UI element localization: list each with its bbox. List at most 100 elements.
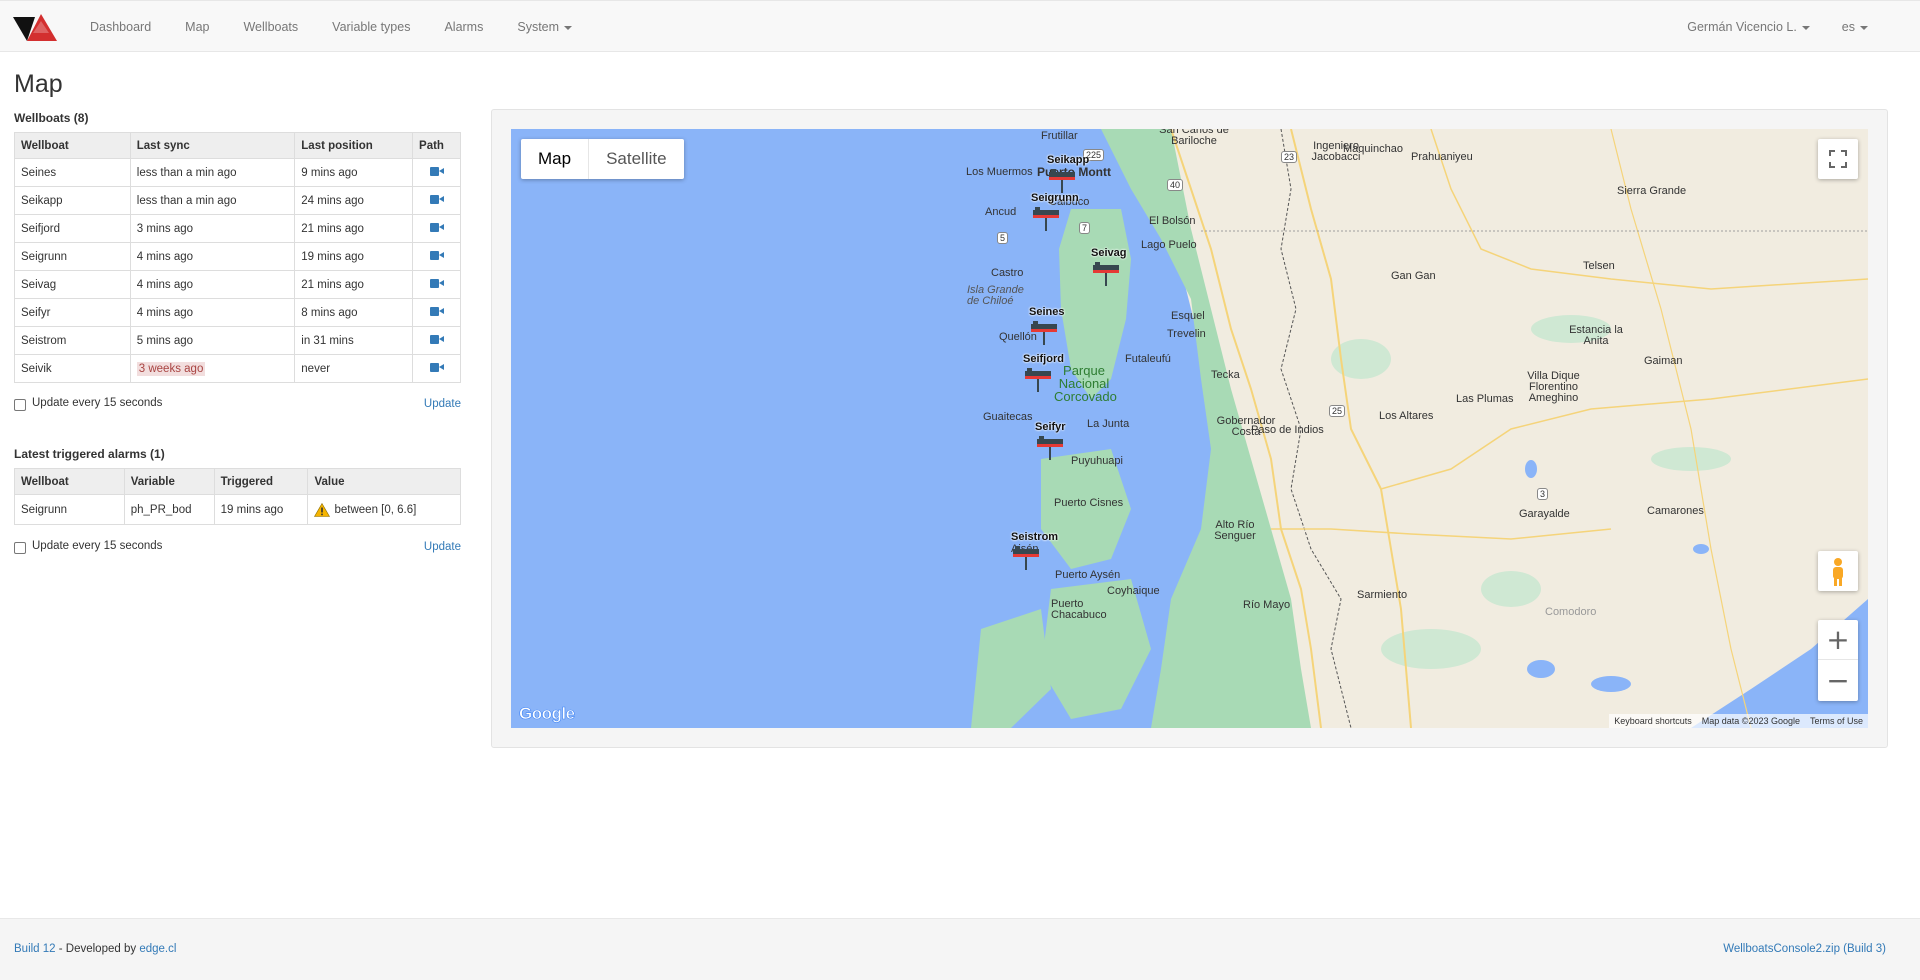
- video-camera-icon[interactable]: [429, 362, 444, 372]
- map-place-label: Castro: [991, 267, 1024, 279]
- path-cell: [412, 186, 461, 215]
- fullscreen-button[interactable]: [1818, 139, 1858, 179]
- company-link[interactable]: edge.cl: [139, 943, 176, 955]
- alarm-wellboat: Seigrunn: [14, 494, 125, 525]
- map-place-label: Sarmiento: [1357, 589, 1408, 601]
- brand-logo[interactable]: [13, 11, 59, 45]
- video-camera-icon[interactable]: [429, 250, 444, 260]
- boat-label: Seines: [1029, 306, 1065, 318]
- boat-marker[interactable]: Seifyr: [1035, 421, 1066, 461]
- caret-down-icon: [564, 25, 573, 30]
- wellboats-table: Wellboat Last sync Last position Path Se…: [14, 132, 461, 383]
- video-camera-icon[interactable]: [429, 194, 444, 204]
- warning-icon: [314, 502, 331, 517]
- zoom-control: + −: [1818, 620, 1858, 701]
- map-place-label: Esquel: [1171, 310, 1205, 322]
- zoom-out-button[interactable]: −: [1818, 661, 1858, 701]
- page-title: Map: [14, 70, 63, 98]
- wellboat-name: Seistrom: [14, 326, 131, 355]
- last-sync: 4 mins ago: [129, 270, 296, 299]
- boat-marker[interactable]: Seikapp: [1047, 154, 1089, 194]
- boat-marker[interactable]: Seivag: [1091, 247, 1126, 287]
- zoom-in-button[interactable]: +: [1818, 620, 1858, 660]
- boat-label: Seifjord: [1023, 353, 1064, 365]
- alarms-title: Latest triggered alarms (1): [14, 447, 165, 461]
- video-camera-icon[interactable]: [429, 306, 444, 316]
- boat-marker[interactable]: Seifjord: [1023, 353, 1064, 393]
- video-camera-icon[interactable]: [429, 278, 444, 288]
- nav-variable-types[interactable]: Variable types: [315, 1, 427, 53]
- alarm-triggered: 19 mins ago: [213, 494, 309, 525]
- path-cell: [412, 214, 461, 243]
- build-link[interactable]: Build 12: [14, 943, 56, 955]
- caret-down-icon: [1860, 25, 1868, 30]
- boat-marker[interactable]: Seistrom: [1011, 531, 1058, 571]
- map-place-label: Sierra Grande: [1617, 185, 1687, 197]
- auto-update-label: Update every 15 seconds: [32, 397, 163, 409]
- column-header: Last position: [294, 132, 414, 159]
- alarms-update-link[interactable]: Update: [424, 541, 461, 553]
- ship-icon: [1025, 368, 1051, 392]
- table-row: Seikapp less than a min ago 24 mins ago: [14, 186, 461, 215]
- last-position: 21 mins ago: [294, 270, 414, 299]
- boat-label: Seikapp: [1047, 154, 1090, 166]
- wellboat-name: Seigrunn: [14, 242, 131, 271]
- user-menu[interactable]: Germán Vicencio L.: [1671, 1, 1826, 53]
- map-place-label: Frutillar: [1041, 130, 1078, 142]
- route-shield: 3: [1537, 488, 1549, 500]
- column-header: Last sync: [129, 132, 296, 159]
- auto-update-checkbox[interactable]: [14, 542, 26, 554]
- column-header: Variable: [123, 468, 215, 495]
- map-type-map-button[interactable]: Map: [521, 139, 590, 179]
- route-shield: 23: [1281, 151, 1298, 163]
- alarms-update-row: Update every 15 seconds Update: [14, 539, 461, 557]
- last-sync: 3 weeks ago: [129, 354, 296, 383]
- boat-marker[interactable]: Seines: [1029, 306, 1064, 346]
- developed-by-text: - Developed by: [55, 943, 140, 955]
- map-place-label: Las Plumas: [1456, 393, 1514, 405]
- nav-system-dropdown[interactable]: System: [500, 1, 589, 53]
- language-label: es: [1841, 20, 1855, 34]
- nav-alarms[interactable]: Alarms: [427, 1, 500, 53]
- boat-marker[interactable]: Seigrunn: [1031, 192, 1079, 232]
- wellboat-name: Seikapp: [14, 186, 131, 215]
- wellboats-update-link[interactable]: Update: [424, 398, 461, 410]
- table-header-row: Wellboat Last sync Last position Path: [14, 132, 461, 159]
- nav-wellboats[interactable]: Wellboats: [226, 1, 315, 53]
- last-position: 21 mins ago: [294, 214, 414, 243]
- table-row: Seistrom 5 mins ago in 31 mins: [14, 326, 461, 355]
- map-place-label: Garayalde: [1519, 508, 1570, 520]
- ship-icon: [1037, 436, 1063, 460]
- map-place-label: Puerto Chacabuco: [1051, 598, 1107, 621]
- last-position: 8 mins ago: [294, 298, 414, 327]
- wellboat-name: Seines: [14, 158, 131, 187]
- table-row: Seivik 3 weeks ago never: [14, 354, 461, 383]
- table-row: Seifyr 4 mins ago 8 mins ago: [14, 298, 461, 327]
- nav-map[interactable]: Map: [168, 1, 226, 53]
- map-place-label: Guaitecas: [983, 411, 1033, 423]
- street-view-button[interactable]: [1818, 551, 1858, 591]
- path-cell: [412, 242, 461, 271]
- console-build-link[interactable]: WellboatsConsole2.zip (Build 3): [1723, 943, 1886, 955]
- auto-update-checkbox[interactable]: [14, 399, 26, 411]
- video-camera-icon[interactable]: [429, 334, 444, 344]
- map-place-label: Isla Grande de Chiloé: [967, 284, 1024, 307]
- table-row: Seigrunn ph_PR_bod 19 mins ago between […: [14, 494, 461, 525]
- table-row: Seivag 4 mins ago 21 mins ago: [14, 270, 461, 299]
- google-map[interactable]: Frutillar Los Muermos Puerto Montt Ancud…: [511, 129, 1868, 728]
- table-row: Seifjord 3 mins ago 21 mins ago: [14, 214, 461, 243]
- video-camera-icon[interactable]: [429, 166, 444, 176]
- map-place-label: Futaleufú: [1125, 353, 1171, 365]
- language-menu[interactable]: es: [1826, 1, 1884, 53]
- caret-down-icon: [1801, 25, 1810, 30]
- terms-of-use-link[interactable]: Terms of Use: [1805, 714, 1868, 728]
- route-shield: 40: [1167, 179, 1184, 191]
- map-type-satellite-button[interactable]: Satellite: [589, 139, 683, 179]
- video-camera-icon[interactable]: [429, 222, 444, 232]
- map-place-label: Gaiman: [1644, 355, 1683, 367]
- map-place-label: El Bolsón: [1149, 215, 1196, 227]
- map-place-label: San Carlos de Bariloche: [1159, 129, 1229, 147]
- last-position: in 31 mins: [294, 326, 414, 355]
- keyboard-shortcuts-link[interactable]: Keyboard shortcuts: [1609, 714, 1697, 728]
- nav-dashboard[interactable]: Dashboard: [73, 1, 168, 53]
